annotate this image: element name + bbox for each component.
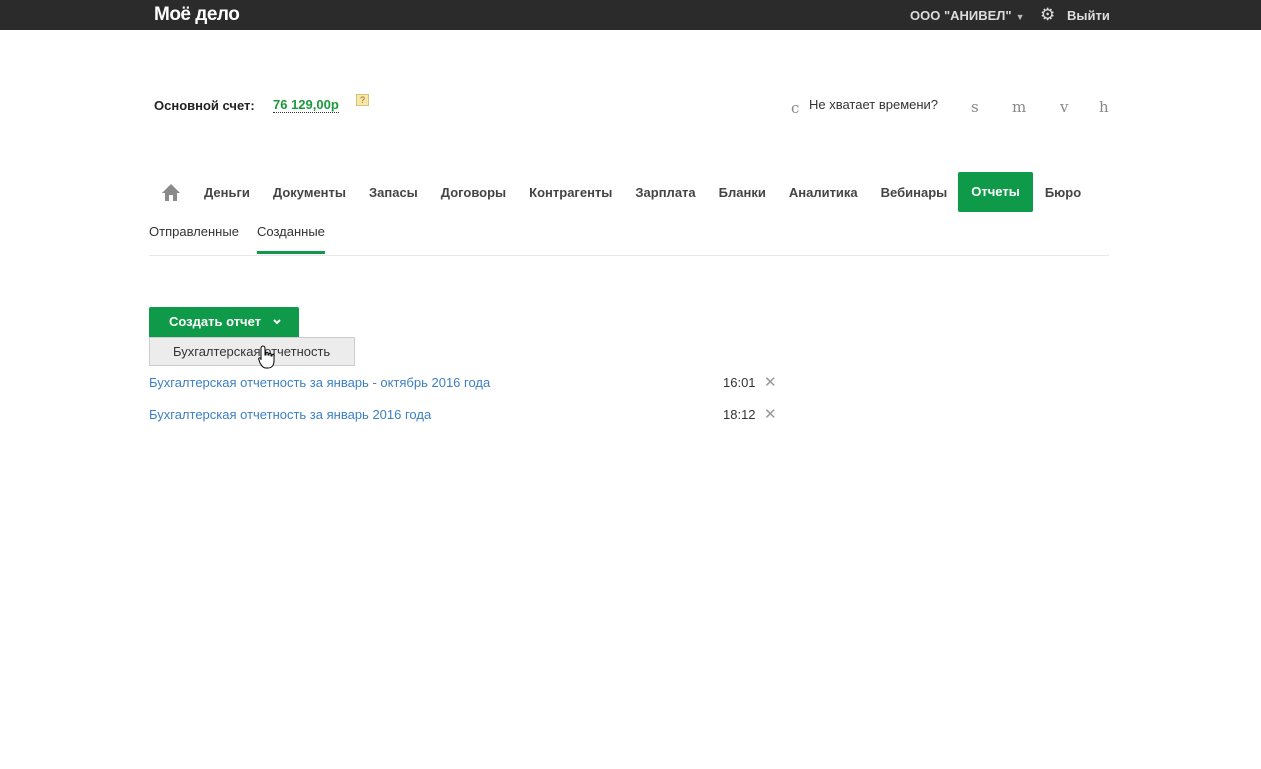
- social-s-icon[interactable]: s: [971, 98, 979, 116]
- nav-money[interactable]: Деньги: [204, 185, 250, 200]
- social-m-icon[interactable]: m: [1012, 98, 1026, 116]
- report-time: 18:12: [723, 407, 756, 422]
- nav-webinars[interactable]: Вебинары: [881, 185, 948, 200]
- main-nav: Деньги Документы Запасы Договоры Контраг…: [161, 172, 1104, 212]
- report-link[interactable]: Бухгалтерская отчетность за январь - окт…: [149, 375, 490, 390]
- logo[interactable]: Moё дело: [154, 4, 240, 26]
- tab-sent[interactable]: Отправленные: [149, 224, 239, 239]
- gear-icon[interactable]: ⚙: [1040, 6, 1055, 23]
- menu-item-accounting-report[interactable]: Бухгалтерская отчетность: [149, 337, 355, 366]
- nav-counterparties[interactable]: Контрагенты: [529, 185, 612, 200]
- promo-c-icon[interactable]: c: [791, 99, 799, 117]
- home-icon[interactable]: [161, 183, 181, 201]
- divider: [149, 255, 1109, 256]
- social-v-icon[interactable]: v: [1060, 98, 1068, 116]
- delete-icon[interactable]: ✕: [764, 375, 777, 390]
- tab-created[interactable]: Созданные: [257, 224, 325, 254]
- account-balance[interactable]: 76 129,00р: [273, 98, 339, 113]
- organization-selector[interactable]: ООО "АНИВЕЛ" ▼: [910, 8, 1025, 23]
- create-report-button[interactable]: Создать отчет: [149, 307, 299, 337]
- hand-cursor-icon: [258, 345, 276, 374]
- report-link[interactable]: Бухгалтерская отчетность за январь 2016 …: [149, 407, 431, 422]
- nav-reports[interactable]: Отчеты: [958, 172, 1033, 212]
- account-label: Основной счет:: [154, 98, 255, 113]
- delete-icon[interactable]: ✕: [764, 407, 777, 422]
- help-icon[interactable]: ?: [356, 94, 369, 106]
- nav-salary[interactable]: Зарплата: [635, 185, 695, 200]
- nav-contracts[interactable]: Договоры: [441, 185, 506, 200]
- nav-bureau[interactable]: Бюро: [1045, 185, 1081, 200]
- top-bar: Moё дело ООО "АНИВЕЛ" ▼ ⚙ Выйти: [0, 0, 1261, 30]
- social-h-icon[interactable]: h: [1099, 98, 1109, 116]
- caret-down-icon: ▼: [1015, 12, 1025, 22]
- promo-text[interactable]: Не хватает времени?: [809, 97, 938, 112]
- nav-documents[interactable]: Документы: [273, 185, 346, 200]
- logout-link[interactable]: Выйти: [1067, 8, 1110, 23]
- nav-stock[interactable]: Запасы: [369, 185, 418, 200]
- nav-analytics[interactable]: Аналитика: [789, 185, 858, 200]
- report-time: 16:01: [723, 375, 756, 390]
- create-report-label: Создать отчет: [169, 314, 262, 329]
- nav-forms[interactable]: Бланки: [719, 185, 766, 200]
- chevron-down-icon: [272, 307, 282, 337]
- organization-name: ООО "АНИВЕЛ": [910, 8, 1012, 23]
